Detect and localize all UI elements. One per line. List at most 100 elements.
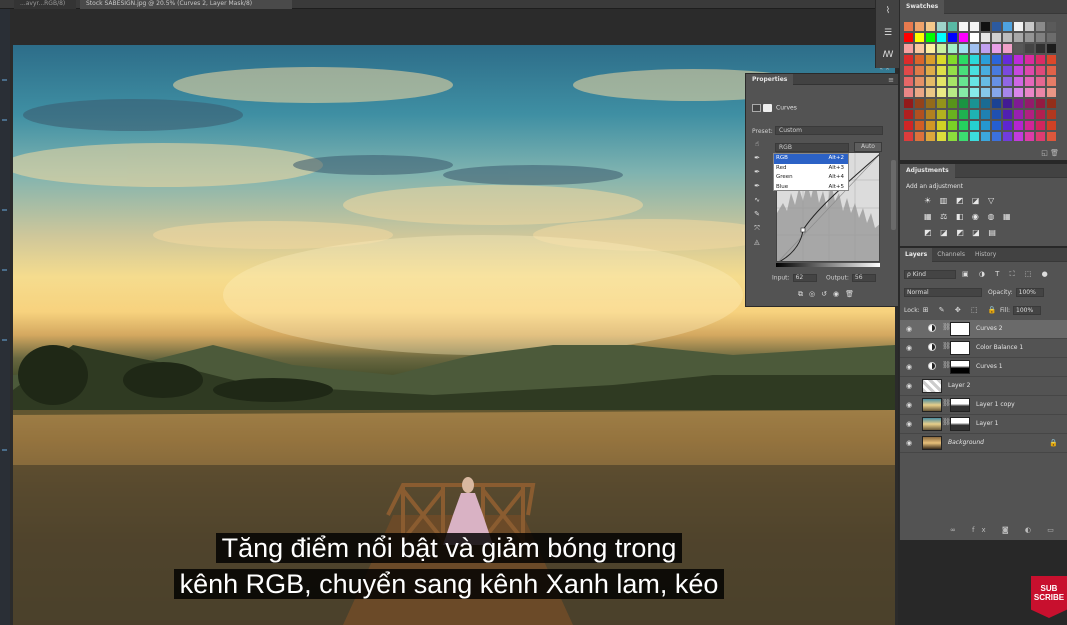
subscribe-badge[interactable]: SUB SCRIBE <box>1031 576 1067 618</box>
color-swatch[interactable] <box>904 44 913 53</box>
color-swatch[interactable] <box>1014 33 1023 42</box>
properties-scrollbar[interactable] <box>891 160 896 230</box>
color-swatch[interactable] <box>937 132 946 141</box>
color-swatch[interactable] <box>1014 99 1023 108</box>
tab-layers[interactable]: Layers <box>900 248 933 262</box>
color-swatch[interactable] <box>1025 44 1034 53</box>
layer-mask-thumbnail[interactable] <box>950 341 970 355</box>
white-eyedropper-icon[interactable]: ✒ <box>752 182 762 191</box>
color-swatch[interactable] <box>970 110 979 119</box>
smooth-icon[interactable]: ⤧ <box>752 224 762 233</box>
color-swatch[interactable] <box>1014 121 1023 130</box>
visibility-eye-icon[interactable]: ◉ <box>906 363 912 371</box>
color-swatch[interactable] <box>1014 132 1023 141</box>
color-swatch[interactable] <box>1003 55 1012 64</box>
layer-mask-thumbnail[interactable] <box>950 360 970 374</box>
color-swatch[interactable] <box>992 33 1001 42</box>
color-swatch[interactable] <box>937 99 946 108</box>
color-swatch[interactable] <box>904 132 913 141</box>
adjustment-icons-row-2[interactable]: ▦ ⚖ ◧ ◉ ◍ ▦ <box>924 212 1014 221</box>
color-swatch[interactable] <box>926 99 935 108</box>
color-swatch[interactable] <box>1036 110 1045 119</box>
brush-presets-icon[interactable]: ⌇ <box>876 0 900 22</box>
color-swatch[interactable] <box>937 88 946 97</box>
layer-row-layer-1[interactable]: ◉ ⛓ Layer 1 <box>900 415 1067 434</box>
color-swatch[interactable] <box>948 55 957 64</box>
color-swatch[interactable] <box>981 121 990 130</box>
target-adjust-icon[interactable]: ☝ <box>752 140 762 149</box>
color-swatch[interactable] <box>1047 55 1056 64</box>
color-swatch[interactable] <box>970 66 979 75</box>
color-swatch[interactable] <box>915 55 924 64</box>
output-value[interactable]: 56 <box>851 274 876 282</box>
color-swatch[interactable] <box>937 33 946 42</box>
color-swatch[interactable] <box>992 132 1001 141</box>
lock-icons[interactable]: ⊞ ✎ ✥ ⬚ 🔒 <box>923 306 1001 314</box>
layer-row-curves-1[interactable]: ◉ ⛓ Curves 1 <box>900 358 1067 377</box>
color-swatch[interactable] <box>1025 33 1034 42</box>
clip-to-layer-icon[interactable]: ⧉ <box>798 290 809 298</box>
color-swatch[interactable] <box>1025 77 1034 86</box>
color-swatch[interactable] <box>959 22 968 31</box>
layer-mask-icon[interactable] <box>763 104 772 112</box>
channel-option-red[interactable]: Red Alt+3 <box>774 164 848 174</box>
color-swatch[interactable] <box>970 88 979 97</box>
panel-menu-icon[interactable]: ≡ <box>888 76 894 84</box>
color-swatch[interactable] <box>959 99 968 108</box>
preset-select[interactable]: Custom <box>775 126 883 135</box>
color-swatch[interactable] <box>1003 132 1012 141</box>
color-swatch[interactable] <box>948 132 957 141</box>
color-swatch[interactable] <box>1014 22 1023 31</box>
color-swatch[interactable] <box>926 132 935 141</box>
delete-icon[interactable]: 🗑 <box>845 290 860 298</box>
color-swatch[interactable] <box>992 121 1001 130</box>
color-swatch[interactable] <box>1025 99 1034 108</box>
visibility-eye-icon[interactable]: ◉ <box>906 401 912 409</box>
adjustment-icons-row-3[interactable]: ◩ ◪ ◩ ◪ ▤ <box>924 228 999 237</box>
color-swatch[interactable] <box>1014 66 1023 75</box>
color-swatch[interactable] <box>959 66 968 75</box>
color-swatch[interactable] <box>1036 55 1045 64</box>
document-tab[interactable]: ...avyr...RGB/8) <box>14 0 76 9</box>
color-swatch[interactable] <box>915 121 924 130</box>
color-swatch[interactable] <box>1014 55 1023 64</box>
color-swatch[interactable] <box>1036 33 1045 42</box>
adjustments-sliders-icon[interactable]: ☰ <box>876 22 900 44</box>
color-swatch[interactable] <box>992 99 1001 108</box>
color-swatch[interactable] <box>915 77 924 86</box>
color-swatch[interactable] <box>904 88 913 97</box>
color-swatch[interactable] <box>926 33 935 42</box>
color-swatch[interactable] <box>1025 88 1034 97</box>
channel-option-green[interactable]: Green Alt+4 <box>774 173 848 183</box>
layer-row-curves-2[interactable]: ◉ ⛓ Curves 2 <box>900 320 1067 339</box>
layer-mask-thumbnail[interactable] <box>950 398 970 412</box>
curve-edit-icon[interactable]: ∿ <box>752 196 762 205</box>
kind-filter-select[interactable]: ρ Kind <box>904 270 956 279</box>
visibility-eye-icon[interactable]: ◉ <box>906 344 912 352</box>
document-tab-active[interactable]: Stock SABESIGN.jpg @ 20.5% (Curves 2, La… <box>80 0 292 9</box>
color-swatch[interactable] <box>915 132 924 141</box>
layer-mask-thumbnail[interactable] <box>950 417 970 431</box>
clipping-warning-icon[interactable]: ◬ <box>752 238 762 247</box>
color-swatch[interactable] <box>970 121 979 130</box>
layer-row-background[interactable]: ◉ Background 🔒 <box>900 434 1067 453</box>
color-swatch[interactable] <box>1003 88 1012 97</box>
color-swatch[interactable] <box>926 121 935 130</box>
color-swatch[interactable] <box>981 66 990 75</box>
color-swatch[interactable] <box>981 99 990 108</box>
adjustments-tab[interactable]: Adjustments <box>900 164 955 178</box>
color-swatch[interactable] <box>915 88 924 97</box>
filter-type-icons[interactable]: ▣ ◑ T ⛶ ⬚ ● <box>962 270 1052 279</box>
color-swatch[interactable] <box>1036 22 1045 31</box>
input-value[interactable]: 62 <box>792 274 817 282</box>
color-swatch[interactable] <box>904 66 913 75</box>
color-swatch[interactable] <box>926 110 935 119</box>
color-swatch[interactable] <box>992 66 1001 75</box>
color-swatch[interactable] <box>1003 121 1012 130</box>
color-swatch[interactable] <box>904 22 913 31</box>
channel-option-blue[interactable]: Blue Alt+5 <box>774 183 848 193</box>
color-swatch[interactable] <box>1025 22 1034 31</box>
color-swatch[interactable] <box>992 110 1001 119</box>
channel-option-rgb[interactable]: RGB Alt+2 <box>774 154 848 164</box>
properties-tab[interactable]: Properties <box>746 74 794 85</box>
